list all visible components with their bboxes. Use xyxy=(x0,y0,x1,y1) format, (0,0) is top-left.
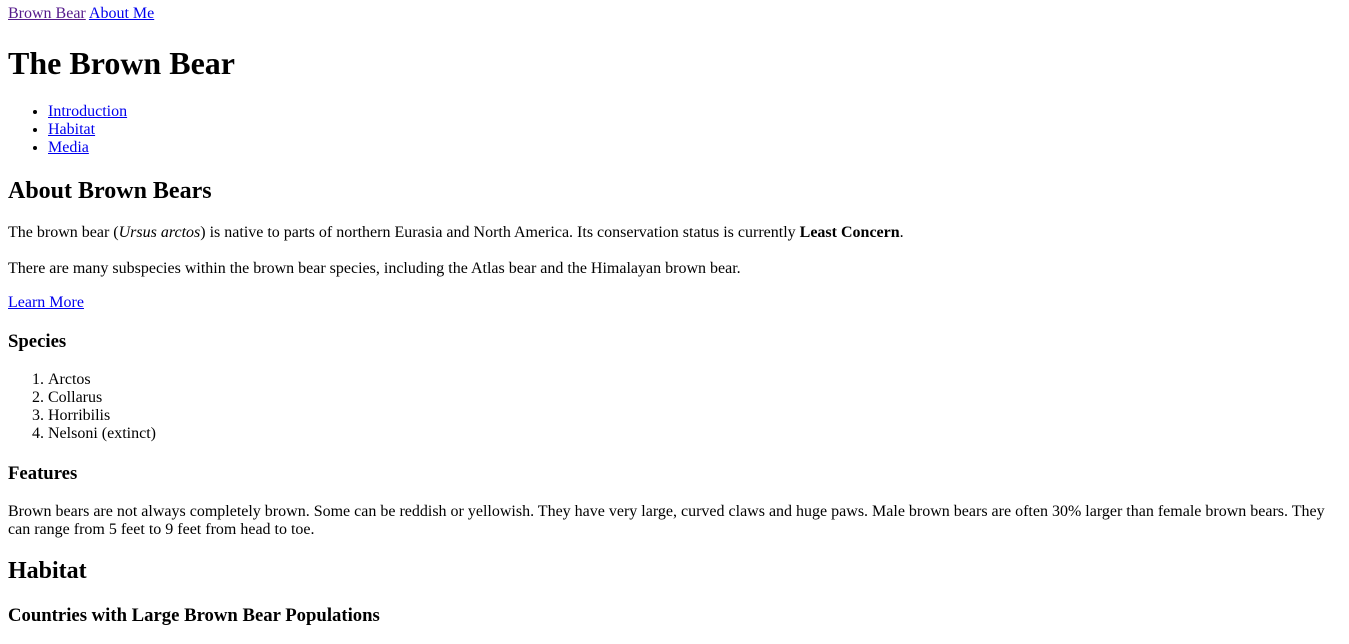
learn-more-link[interactable]: Learn More xyxy=(8,294,84,312)
table-of-contents: Introduction Habitat Media xyxy=(8,103,127,157)
scientific-name: Ursus arctos xyxy=(118,224,201,241)
toc-item-media: Media xyxy=(48,139,127,157)
toc-link-media[interactable]: Media xyxy=(48,139,89,156)
nav-link-about-me[interactable]: About Me xyxy=(89,5,154,22)
intro-text-start: The brown bear ( xyxy=(8,224,119,241)
nav-link-brown-bear[interactable]: Brown Bear xyxy=(8,5,86,22)
species-item: Horribilis xyxy=(48,407,156,425)
conservation-status: Least Concern xyxy=(799,224,900,241)
toc-link-introduction[interactable]: Introduction xyxy=(48,103,127,120)
habitat-heading: Habitat xyxy=(8,558,87,584)
toc-link-habitat[interactable]: Habitat xyxy=(48,121,95,138)
countries-heading: Countries with Large Brown Bear Populati… xyxy=(8,605,380,626)
features-paragraph: Brown bears are not always completely br… xyxy=(8,503,1325,538)
toc-item-habitat: Habitat xyxy=(48,121,127,139)
intro-text-end: . xyxy=(899,224,904,241)
species-item: Collarus xyxy=(48,389,156,407)
features-heading: Features xyxy=(8,463,78,484)
page-title: The Brown Bear xyxy=(8,45,235,81)
intro-text-middle: ) is native to parts of northern Eurasia… xyxy=(200,224,800,241)
species-item: Nelsoni (extinct) xyxy=(48,425,156,443)
species-heading: Species xyxy=(8,331,67,352)
species-item: Arctos xyxy=(48,371,156,389)
about-heading: About Brown Bears xyxy=(8,178,212,204)
top-nav: Brown Bear About Me xyxy=(8,5,154,23)
toc-item-introduction: Introduction xyxy=(48,103,127,121)
intro-paragraph: The brown bear (Ursus arctos) is native … xyxy=(8,224,904,242)
subspecies-paragraph: There are many subspecies within the bro… xyxy=(8,260,741,277)
species-list: Arctos Collarus Horribilis Nelsoni (exti… xyxy=(8,371,156,443)
